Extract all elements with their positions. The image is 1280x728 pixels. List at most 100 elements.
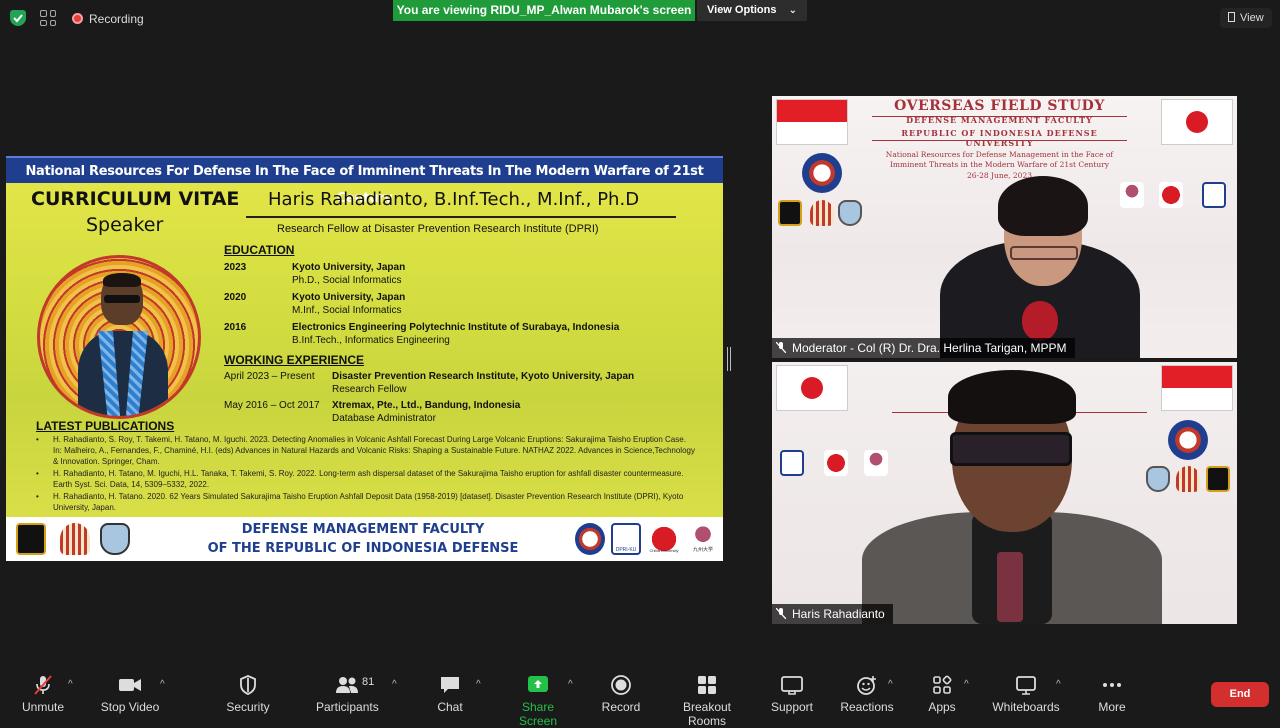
experience-title: Database Administrator bbox=[332, 413, 436, 424]
participant-name: Haris Rahadianto bbox=[792, 607, 885, 621]
support-label: Support bbox=[770, 700, 814, 714]
cv-subtitle: Speaker bbox=[86, 214, 164, 236]
chiba-logo-icon bbox=[1159, 182, 1183, 208]
reactions-button[interactable]: Reactions bbox=[840, 674, 894, 714]
apps-label: Apps bbox=[928, 700, 956, 714]
view-label: View bbox=[1240, 12, 1264, 24]
video-caret-icon[interactable]: ^ bbox=[160, 679, 165, 690]
view-options-button[interactable]: View Options ⌄ bbox=[697, 0, 807, 21]
footer-line-2: OF THE REPUBLIC OF INDONESIA DEFENSE UNI… bbox=[207, 541, 519, 561]
split-resize-handle[interactable] bbox=[727, 347, 731, 371]
stop-video-button[interactable]: Stop Video bbox=[100, 674, 160, 714]
chat-button[interactable]: Chat bbox=[432, 674, 468, 714]
education-degree: Ph.D., Social Informatics bbox=[292, 275, 402, 286]
divider bbox=[246, 216, 676, 218]
speaker-tie bbox=[997, 552, 1023, 622]
more-label: More bbox=[1098, 700, 1126, 714]
experience-title: Research Fellow bbox=[332, 384, 407, 395]
education-degree: B.Inf.Tech., Informatics Engineering bbox=[292, 335, 450, 346]
breakout-rooms-label: Breakout Rooms bbox=[682, 700, 732, 728]
experience-period: May 2016 – Oct 2017 bbox=[224, 400, 320, 411]
share-screen-button[interactable]: Share Screen bbox=[503, 674, 573, 728]
publications-list: H. Rahadianto, S. Roy, T. Takemi, H. Tat… bbox=[36, 434, 696, 514]
education-degree: M.Inf., Social Informatics bbox=[292, 305, 402, 316]
dpri-logo-icon bbox=[780, 450, 804, 476]
reactions-icon bbox=[857, 676, 876, 695]
apps-caret-icon[interactable]: ^ bbox=[964, 679, 969, 690]
shield-icon bbox=[240, 675, 256, 695]
mic-muted-icon bbox=[776, 342, 786, 353]
backdrop-rule bbox=[872, 140, 1127, 141]
university-seal-icon bbox=[802, 153, 842, 193]
education-year: 2020 bbox=[224, 292, 247, 303]
backdrop-line-2: REPUBLIC OF INDONESIA DEFENSE UNIVERSITY bbox=[901, 128, 1098, 148]
whiteboards-label: Whiteboards bbox=[992, 700, 1060, 714]
publication-item: H. Rahadianto, S. Roy, T. Takemi, H. Tat… bbox=[36, 434, 696, 467]
participants-label: Participants bbox=[316, 700, 379, 714]
participants-count: 81 bbox=[362, 676, 375, 688]
chevron-down-icon: ⌄ bbox=[788, 5, 797, 16]
backdrop-rule bbox=[872, 116, 1127, 117]
meeting-toolbar: Unmute ^ Stop Video ^ Security Participa… bbox=[0, 663, 1280, 728]
education-school: Electronics Engineering Polytechnic Inst… bbox=[292, 322, 620, 333]
gallery-grid-icon[interactable] bbox=[40, 10, 56, 26]
participant-name-label: Moderator - Col (R) Dr. Dra. Herlina Tar… bbox=[772, 338, 1075, 358]
video-tile-moderator[interactable]: OVERSEAS FIELD STUDY DEFENSE MANAGEMENT … bbox=[772, 96, 1237, 358]
audio-caret-icon[interactable]: ^ bbox=[68, 679, 73, 690]
video-tile-speaker[interactable]: Haris Rahadianto bbox=[772, 362, 1237, 624]
defense-shield-icon bbox=[1146, 466, 1170, 492]
unmute-button[interactable]: Unmute bbox=[20, 674, 66, 714]
more-icon bbox=[1103, 683, 1121, 687]
whiteboards-caret-icon[interactable]: ^ bbox=[1056, 679, 1061, 690]
publication-item: H. Rahadianto, H. Tatano. 2020. 62 Years… bbox=[36, 491, 696, 513]
japan-flag-icon bbox=[777, 366, 847, 410]
view-button[interactable]: View bbox=[1220, 8, 1272, 28]
breakout-rooms-button[interactable]: Breakout Rooms bbox=[664, 674, 750, 728]
end-meeting-button[interactable]: End bbox=[1211, 682, 1269, 707]
participant-name: Moderator - Col (R) Dr. Dra. Herlina Tar… bbox=[792, 341, 1067, 355]
record-button[interactable]: Record bbox=[600, 674, 642, 714]
speaker-role: Research Fellow at Disaster Prevention R… bbox=[277, 223, 599, 235]
education-heading: EDUCATION bbox=[224, 243, 295, 257]
participants-icon bbox=[336, 677, 358, 693]
encryption-shield-icon[interactable] bbox=[10, 10, 26, 26]
defense-shield-icon bbox=[838, 200, 862, 226]
speaker-figure bbox=[78, 273, 168, 416]
moderator-collar bbox=[1022, 301, 1058, 341]
kyushu-logo-icon bbox=[864, 450, 888, 476]
apps-button[interactable]: Apps bbox=[924, 674, 960, 714]
reactions-caret-icon[interactable]: ^ bbox=[888, 679, 893, 690]
whiteboards-button[interactable]: Whiteboards bbox=[990, 674, 1062, 714]
share-caret-icon[interactable]: ^ bbox=[568, 679, 573, 690]
education-school: Kyoto University, Japan bbox=[292, 292, 406, 303]
chat-label: Chat bbox=[437, 700, 463, 714]
video-camera-icon bbox=[119, 679, 141, 691]
university-seal-icon bbox=[1168, 420, 1208, 460]
university-seal-icon bbox=[575, 523, 605, 555]
recording-label[interactable]: Recording bbox=[89, 12, 144, 26]
more-button[interactable]: More bbox=[1094, 674, 1130, 714]
participants-caret-icon[interactable]: ^ bbox=[392, 679, 397, 690]
dpri-logo-icon bbox=[1202, 182, 1226, 208]
cv-title: CURRICULUM VITAE bbox=[31, 188, 240, 210]
kyushu-logo-icon: 九州大学 bbox=[688, 523, 718, 555]
experience-org: Disaster Prevention Research Institute, … bbox=[332, 371, 635, 382]
unhan-logo-icon bbox=[778, 200, 802, 226]
education-year: 2023 bbox=[224, 262, 247, 273]
faculty-emblem-icon bbox=[810, 200, 834, 226]
experience-period: April 2023 – Present bbox=[224, 371, 315, 382]
chat-caret-icon[interactable]: ^ bbox=[476, 679, 481, 690]
record-label: Record bbox=[601, 700, 641, 714]
shared-screen: National Resources For Defense In The Fa… bbox=[6, 156, 723, 561]
backdrop-title: OVERSEAS FIELD STUDY bbox=[894, 98, 1105, 114]
support-button[interactable]: Support bbox=[768, 674, 816, 714]
security-button[interactable]: Security bbox=[224, 674, 272, 714]
stop-video-label: Stop Video bbox=[100, 700, 160, 714]
unmute-label: Unmute bbox=[21, 700, 65, 714]
faculty-emblem-icon bbox=[60, 523, 90, 555]
speaker-portrait bbox=[37, 255, 201, 419]
backdrop-date: 26-28 June, 2023 bbox=[967, 171, 1032, 180]
dpri-logo-icon: DPRI-KU bbox=[611, 523, 641, 555]
backdrop-line-3: National Resources for Defense Managemen… bbox=[885, 150, 1114, 169]
indonesia-flag-icon bbox=[1162, 366, 1232, 410]
